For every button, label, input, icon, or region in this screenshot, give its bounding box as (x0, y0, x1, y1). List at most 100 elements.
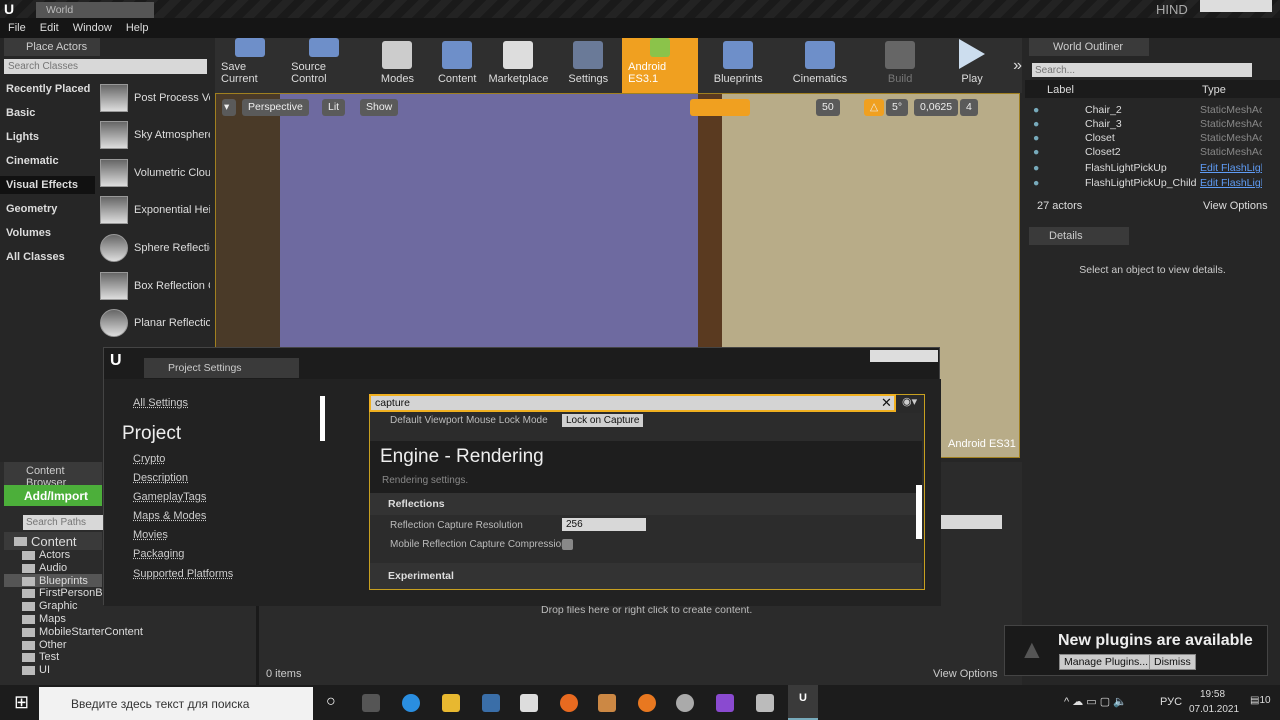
lit-button[interactable]: Lit (322, 99, 346, 116)
outliner-row[interactable]: ●ClosetStaticMeshActor (1033, 132, 1278, 146)
firefox-icon[interactable] (560, 694, 578, 712)
actor-item[interactable]: Box Reflection Capture (100, 270, 210, 302)
category-recently-placed[interactable]: Recently Placed (6, 83, 90, 95)
category-lights[interactable]: Lights (6, 131, 39, 143)
folder-item[interactable]: Other (22, 639, 67, 651)
asset-search-input[interactable] (940, 515, 1002, 529)
tab-world[interactable]: World (36, 2, 154, 18)
folder-item[interactable]: MobileStarterContent (22, 626, 143, 638)
unreal-taskbar-icon[interactable]: U (788, 685, 818, 720)
actor-item[interactable]: Volumetric Cloud (100, 157, 210, 189)
tray-chevron-icon[interactable]: ^ ☁ ▭ ▢ 🔈 (1064, 695, 1127, 708)
category-visual-effects[interactable]: Visual Effects (6, 179, 78, 191)
clock-time[interactable]: 19:58 (1200, 689, 1225, 700)
transform-tools[interactable] (690, 99, 750, 116)
category-all-classes[interactable]: All Classes (6, 251, 65, 263)
menu-window[interactable]: Window (73, 22, 112, 34)
rubik-icon[interactable] (598, 694, 616, 712)
actor-item[interactable]: Sky Atmosphere (100, 119, 210, 151)
actor-item[interactable]: Planar Reflection (100, 307, 210, 339)
folder-item[interactable]: Graphic (22, 600, 78, 612)
taskbar-search-input[interactable]: Введите здесь текст для поиска (39, 687, 313, 720)
manage-plugins-button[interactable]: Manage Plugins... (1059, 654, 1154, 670)
outliner-row[interactable]: ●Closet2StaticMeshActor (1033, 146, 1278, 160)
eye-icon[interactable]: ● (1033, 162, 1039, 176)
folder-item[interactable]: Maps (22, 613, 66, 625)
app-icon[interactable] (756, 694, 774, 712)
save-current-button[interactable]: Save Current (215, 38, 285, 93)
tab-world-outliner[interactable]: World Outliner (1029, 38, 1149, 56)
cinematics-button[interactable]: Cinematics (779, 38, 861, 93)
column-type[interactable]: Type (1202, 84, 1226, 96)
eye-icon[interactable]: ● (1033, 104, 1039, 118)
outliner-row[interactable]: ●FlashLightPickUp_ChildEdit FlashLight (1033, 177, 1278, 191)
nav-scrollbar[interactable] (320, 396, 325, 441)
dismiss-button[interactable]: Dismiss (1149, 654, 1196, 670)
engine-rendering-heading[interactable]: Engine - Rendering (380, 446, 544, 468)
store-icon[interactable] (482, 694, 500, 712)
edge-icon[interactable] (402, 694, 420, 712)
nav-supported-platforms[interactable]: Supported Platforms (133, 568, 233, 580)
notifications-icon[interactable]: ▤10 (1250, 695, 1271, 706)
settings-search-input[interactable]: capture (369, 394, 896, 412)
cortana-icon[interactable]: ○ (326, 693, 336, 711)
view-options-button[interactable]: View Options (933, 668, 998, 680)
nav-description[interactable]: Description (133, 472, 188, 484)
folder-item[interactable]: Test (22, 651, 59, 663)
folder-item[interactable]: FirstPersonBP (22, 587, 110, 599)
folder-item[interactable]: Actors (22, 549, 70, 561)
category-basic[interactable]: Basic (6, 107, 35, 119)
clear-search-icon[interactable]: ✕ (881, 395, 892, 411)
blender-icon[interactable] (638, 694, 656, 712)
eye-icon[interactable]: ● (1033, 177, 1039, 191)
folder-item[interactable]: Blueprints (22, 575, 88, 587)
eye-icon[interactable]: ● (1033, 132, 1039, 146)
tab-details[interactable]: Details (1029, 227, 1129, 245)
category-geometry[interactable]: Geometry (6, 203, 57, 215)
mail-icon[interactable] (520, 694, 538, 712)
content-button[interactable]: Content (432, 38, 483, 93)
source-control-button[interactable]: Source Control (285, 38, 363, 93)
add-import-button[interactable]: Add/Import (4, 485, 102, 506)
show-button[interactable]: Show (360, 99, 399, 116)
actor-item[interactable]: Post Process Volume (100, 82, 210, 114)
category-volumes[interactable]: Volumes (6, 227, 51, 239)
settings-scrollbar[interactable] (916, 485, 922, 539)
category-cinematic[interactable]: Cinematic (6, 155, 59, 167)
column-label[interactable]: Label (1047, 84, 1074, 96)
reflection-resolution-input[interactable]: 256 (562, 518, 646, 531)
camera-speed-value[interactable]: 4 (960, 99, 978, 116)
mobile-compression-checkbox[interactable] (562, 539, 573, 550)
windows-start-icon[interactable]: ⊞ (14, 692, 29, 713)
reflections-category[interactable]: Reflections (388, 498, 445, 510)
angle-snap-value[interactable]: 5° (886, 99, 909, 116)
nav-packaging[interactable]: Packaging (133, 548, 184, 560)
task-view-icon[interactable] (362, 694, 380, 712)
marketplace-button[interactable]: Marketplace (482, 38, 554, 93)
actor-item[interactable]: Exponential Height Fog (100, 194, 210, 226)
settings-button[interactable]: Settings (554, 38, 622, 93)
outliner-row[interactable]: ●FlashLightPickUpEdit FlashLight (1033, 162, 1278, 176)
eye-icon[interactable]: ● (1033, 118, 1039, 132)
more-chevron-icon[interactable]: » (1013, 57, 1022, 75)
visual-studio-icon[interactable] (716, 694, 734, 712)
language-indicator[interactable]: РУС (1160, 696, 1182, 708)
clock-date[interactable]: 07.01.2021 (1189, 704, 1239, 715)
outliner-row[interactable]: ●Chair_2StaticMeshActor (1033, 104, 1278, 118)
menu-edit[interactable]: Edit (40, 22, 59, 34)
scale-snap-value[interactable]: 0,0625 (914, 99, 959, 116)
android-es31-button[interactable]: Android ES3.1 (622, 38, 698, 93)
blueprints-button[interactable]: Blueprints (698, 38, 779, 93)
eye-icon[interactable]: ● (1033, 146, 1039, 160)
menu-file[interactable]: File (8, 22, 26, 34)
folder-item[interactable]: UI (22, 664, 50, 676)
nav-movies[interactable]: Movies (133, 529, 168, 541)
tab-place-actors[interactable]: Place Actors (4, 38, 100, 56)
play-button[interactable]: Play (939, 38, 1005, 93)
folder-content[interactable]: Content (14, 534, 77, 549)
menu-help[interactable]: Help (126, 22, 149, 34)
angle-snap-icon[interactable]: △ (864, 99, 884, 116)
app-icon[interactable] (676, 694, 694, 712)
window-controls[interactable] (870, 350, 938, 362)
folder-item[interactable]: Audio (22, 562, 67, 574)
